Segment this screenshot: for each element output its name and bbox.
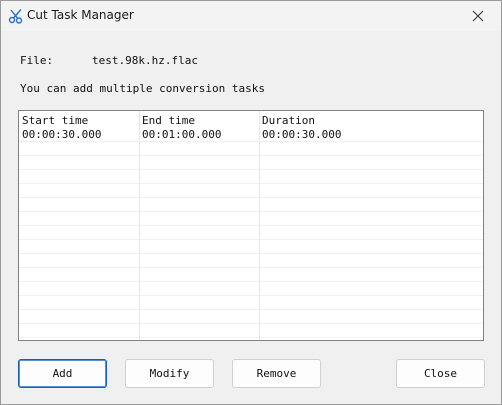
row-gridline	[19, 239, 483, 240]
close-icon[interactable]	[455, 1, 501, 31]
row-gridline	[19, 309, 483, 310]
row-gridline	[19, 155, 483, 156]
row-gridline	[19, 211, 483, 212]
window-title: Cut Task Manager	[27, 8, 134, 22]
remove-button[interactable]: Remove	[232, 359, 321, 388]
title-bar: Cut Task Manager	[1, 1, 501, 31]
cell-start-time: 00:00:30.000	[22, 128, 102, 141]
file-name: test.98k.hz.flac	[92, 54, 198, 67]
row-gridline	[19, 141, 483, 142]
modify-button[interactable]: Modify	[125, 359, 214, 388]
cut-task-manager-dialog: Cut Task Manager File: test.98k.hz.flac …	[0, 0, 502, 405]
row-gridline	[19, 337, 483, 338]
row-gridline	[19, 253, 483, 254]
row-gridline	[19, 183, 483, 184]
cell-duration: 00:00:30.000	[262, 128, 342, 141]
column-header-duration[interactable]: Duration	[262, 114, 315, 127]
row-gridline	[19, 197, 483, 198]
hint-text: You can add multiple conversion tasks	[20, 82, 266, 95]
column-header-end-time[interactable]: End time	[142, 114, 195, 127]
scissors-icon	[8, 8, 24, 24]
row-gridline	[19, 281, 483, 282]
row-gridline	[19, 295, 483, 296]
cell-end-time: 00:01:00.000	[142, 128, 222, 141]
file-label: File:	[20, 54, 54, 67]
row-gridline	[19, 323, 483, 324]
add-button[interactable]: Add	[18, 359, 107, 388]
row-gridline	[19, 225, 483, 226]
column-header-start-time[interactable]: Start time	[22, 114, 88, 127]
row-gridline	[19, 169, 483, 170]
close-button[interactable]: Close	[396, 359, 485, 388]
row-gridline	[19, 267, 483, 268]
task-list[interactable]: Start time End time Duration 00:00:30.00…	[18, 110, 484, 341]
